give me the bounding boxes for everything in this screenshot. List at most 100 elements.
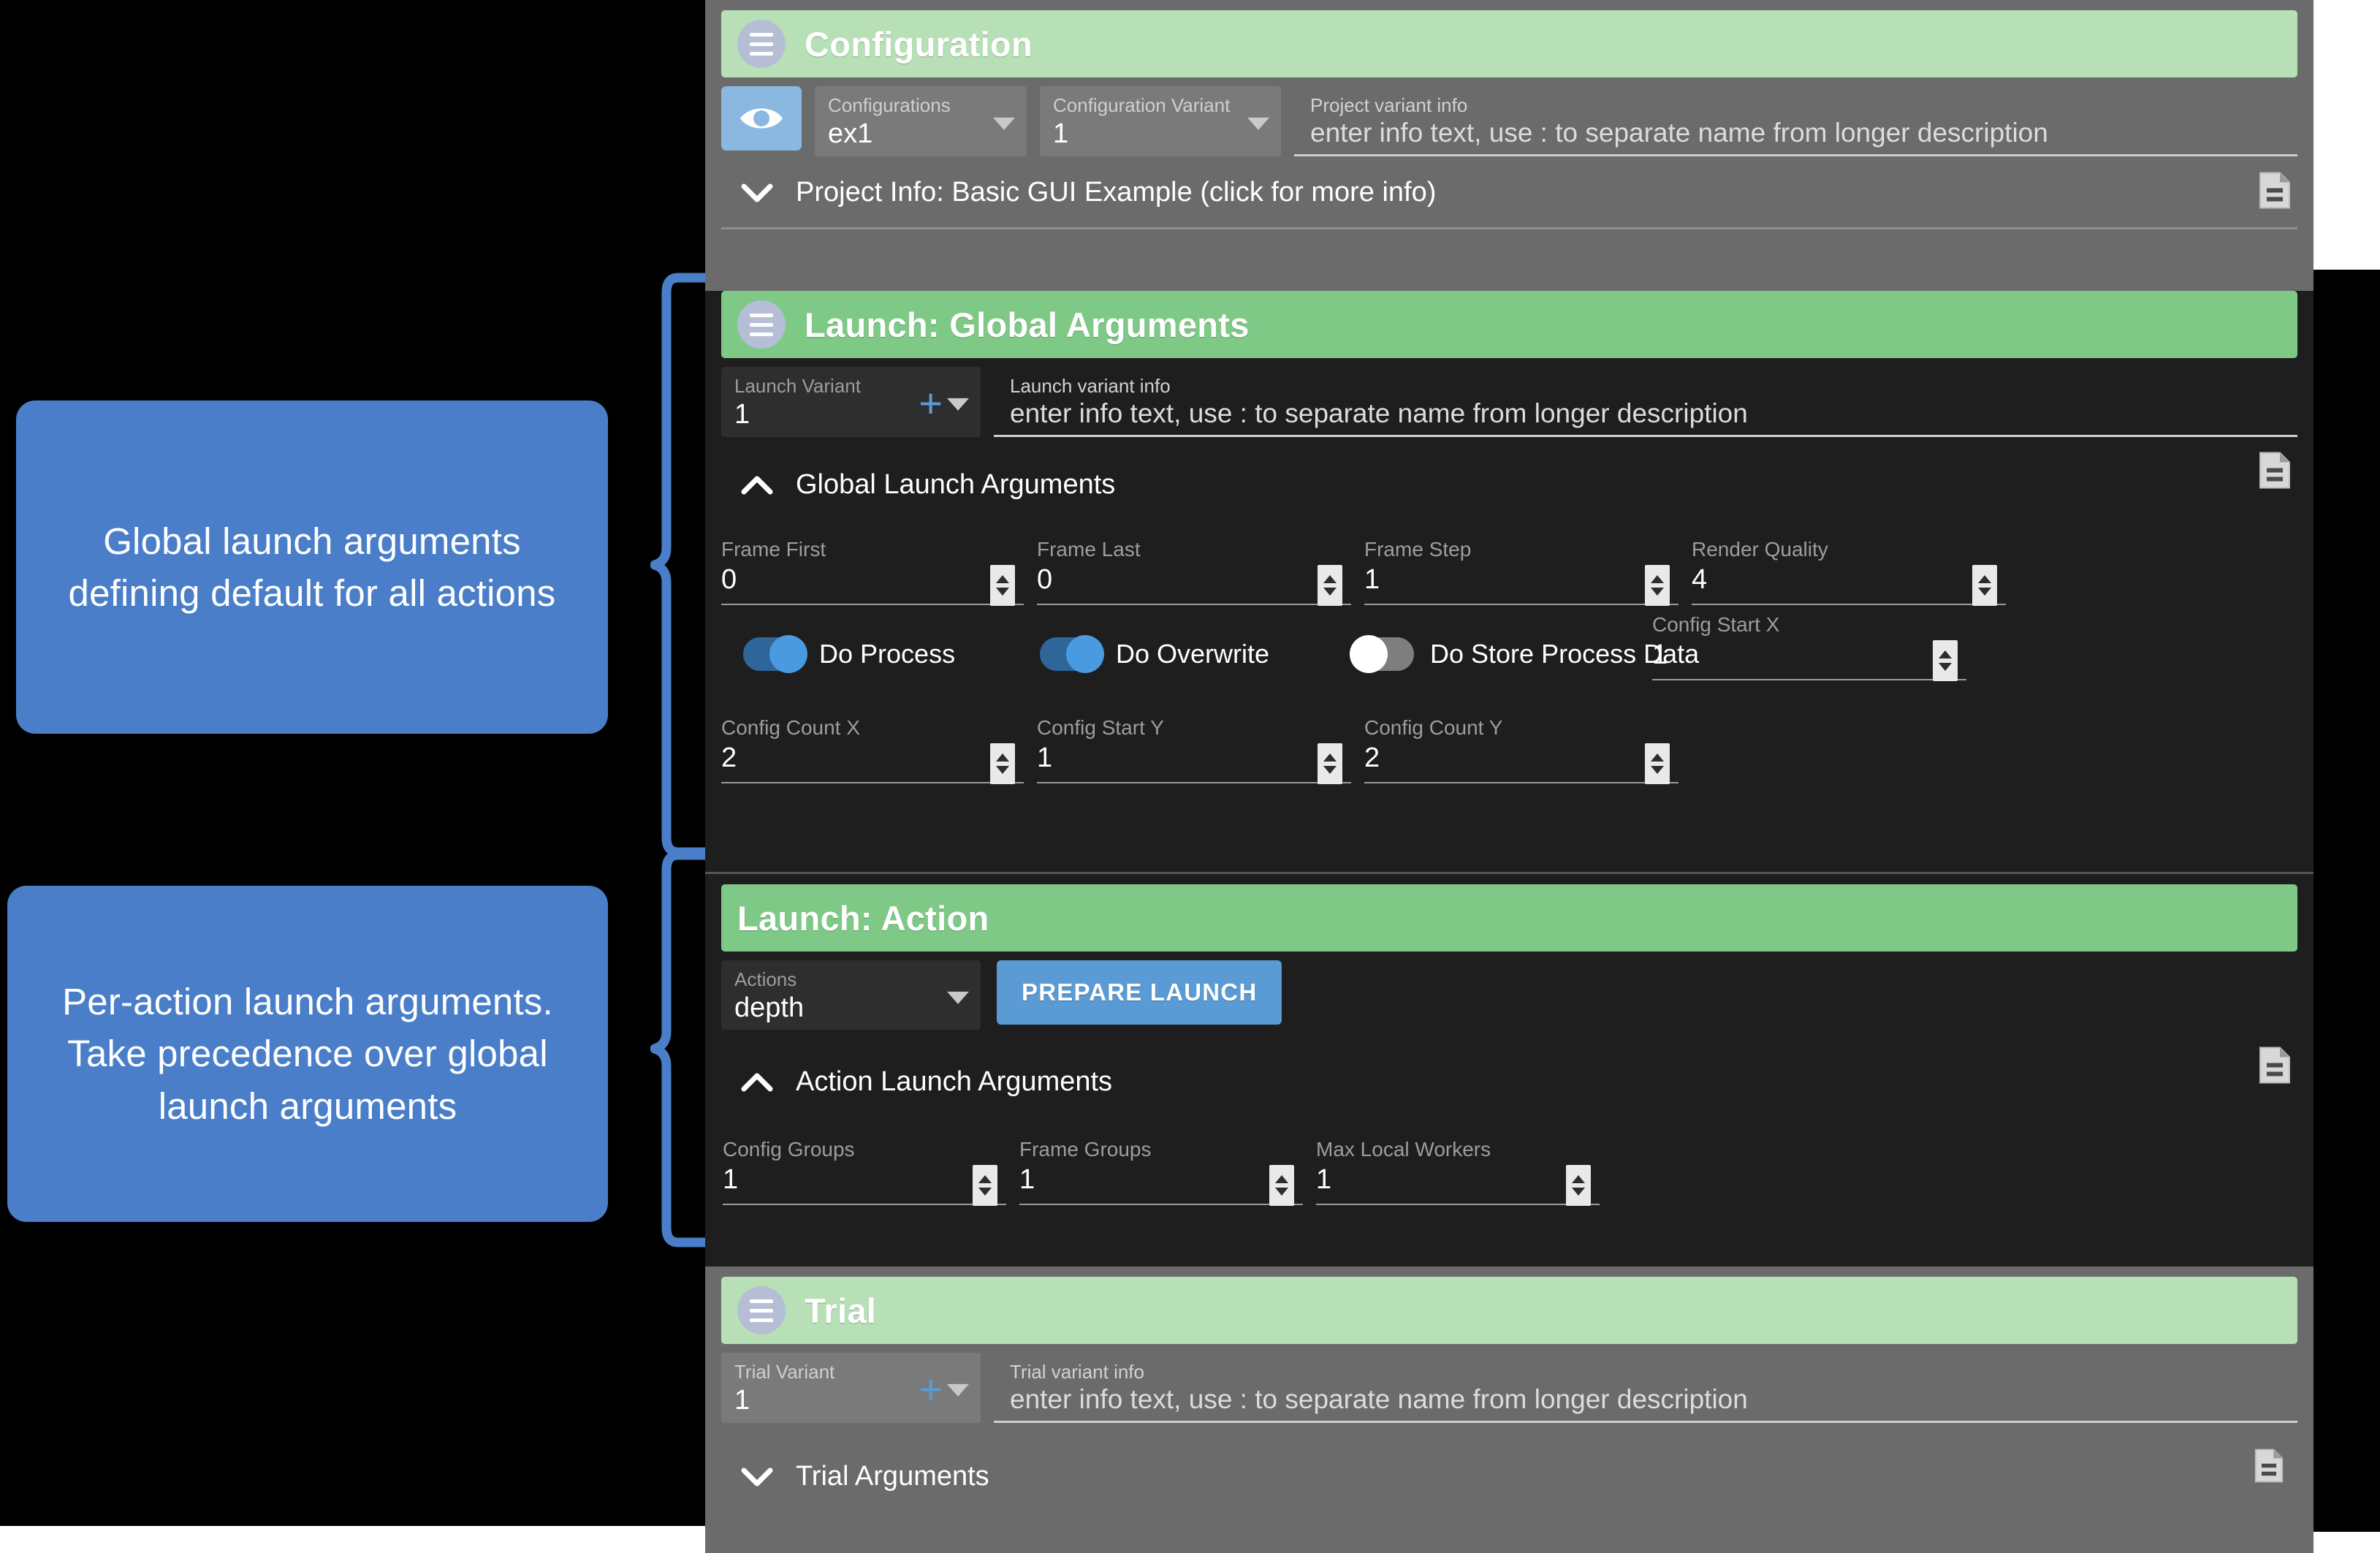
frame-last-stepper[interactable]	[1318, 565, 1342, 607]
annotation-callout-action-text: Per-action launch arguments. Take preced…	[62, 980, 553, 1127]
max-local-workers-value: 1	[1316, 1164, 1332, 1196]
chevron-down-icon[interactable]	[1247, 118, 1269, 131]
configuration-variant-select[interactable]: Configuration Variant 1	[1040, 86, 1281, 157]
hamburger-icon[interactable]	[737, 20, 786, 68]
document-icon[interactable]	[2258, 450, 2292, 493]
trial-variant-info-input[interactable]: Trial variant info enter info text, use …	[994, 1353, 2297, 1424]
actions-select[interactable]: Actions depth	[721, 960, 981, 1030]
max-local-workers-stepper[interactable]	[1566, 1165, 1591, 1207]
do-overwrite-toggle[interactable]: Do Overwrite	[1024, 635, 1338, 674]
render-quality-label: Render Quality	[1692, 538, 1828, 561]
frame-first-stepper[interactable]	[990, 565, 1015, 607]
chevron-down-icon[interactable]	[947, 991, 969, 1004]
frame-last-label: Frame Last	[1037, 538, 1141, 561]
chevron-down-icon[interactable]	[737, 183, 777, 202]
chevron-up-icon[interactable]	[737, 1073, 777, 1092]
do-process-toggle[interactable]: Do Process	[721, 635, 1024, 674]
config-groups-value: 1	[723, 1164, 739, 1196]
config-start-x-value: 1	[1652, 639, 1668, 670]
toggle-switch-on-icon[interactable]	[743, 635, 807, 674]
configuration-controls-row: Configurations ex1 Configuration Variant…	[705, 77, 2314, 157]
action-launch-arguments-collapse-row[interactable]: Action Launch Arguments	[705, 1030, 2314, 1104]
launch-variant-info-label: Launch variant info	[1010, 375, 1171, 397]
frame-step-field[interactable]: Frame Step 1	[1364, 534, 1678, 607]
global-args-numeric-row-1: Frame First 0 Frame Last 0 Frame Step 1	[705, 506, 2314, 607]
hamburger-icon[interactable]	[737, 1286, 786, 1334]
frame-first-field[interactable]: Frame First 0	[721, 534, 1024, 607]
project-variant-info-label: Project variant info	[1310, 94, 1468, 116]
frame-first-label: Frame First	[721, 538, 826, 561]
launch-variant-controls-row: Launch Variant 1 + Launch variant info e…	[705, 358, 2314, 438]
config-count-y-field[interactable]: Config Count Y 2	[1364, 713, 1678, 784]
frame-groups-field[interactable]: Frame Groups 1	[1019, 1134, 1303, 1207]
frame-groups-value: 1	[1019, 1164, 1035, 1196]
chevron-down-icon[interactable]	[993, 118, 1015, 131]
render-quality-value: 4	[1692, 564, 1708, 596]
chevron-down-icon[interactable]	[737, 1467, 777, 1486]
project-info-collapse-row[interactable]: Project Info: Basic GUI Example (click f…	[705, 156, 2314, 227]
config-start-y-stepper[interactable]	[1318, 743, 1342, 784]
backdrop-right	[2314, 270, 2380, 1532]
actions-label: Actions	[734, 968, 797, 990]
toggle-switch-off-icon[interactable]	[1350, 635, 1414, 674]
frame-last-value: 0	[1037, 564, 1053, 596]
project-variant-info-input[interactable]: Project variant info enter info text, us…	[1294, 86, 2297, 157]
render-quality-field[interactable]: Render Quality 4	[1692, 534, 2006, 607]
trial-variant-controls-row: Trial Variant 1 + Trial variant info ent…	[705, 1344, 2314, 1424]
chevron-up-icon[interactable]	[737, 476, 777, 495]
config-groups-label: Config Groups	[723, 1138, 855, 1161]
plus-icon[interactable]: +	[919, 1368, 943, 1409]
do-process-label: Do Process	[819, 639, 956, 669]
document-icon[interactable]	[2258, 1045, 2292, 1088]
config-start-y-field[interactable]: Config Start Y 1	[1037, 713, 1351, 784]
max-local-workers-field[interactable]: Max Local Workers 1	[1316, 1134, 1600, 1207]
prepare-launch-button[interactable]: PREPARE LAUNCH	[997, 960, 1282, 1025]
frame-step-label: Frame Step	[1364, 538, 1472, 561]
plus-icon[interactable]: +	[919, 382, 943, 423]
toggle-switch-on-icon[interactable]	[1040, 635, 1104, 674]
configurations-select[interactable]: Configurations ex1	[815, 86, 1027, 157]
frame-groups-stepper[interactable]	[1269, 1165, 1294, 1207]
trial-variant-value: 1	[734, 1385, 750, 1416]
action-args-numeric-row: Config Groups 1 Frame Groups 1 Max Local…	[705, 1104, 2314, 1207]
global-launch-arguments-collapse-row[interactable]: Global Launch Arguments	[705, 437, 2314, 506]
panel-launch-action: Launch: Action Actions depth PREPARE LAU…	[705, 872, 2314, 1267]
config-start-y-value: 1	[1037, 742, 1053, 773]
frame-last-field[interactable]: Frame Last 0	[1037, 534, 1351, 607]
configurations-value: ex1	[828, 118, 873, 150]
do-store-process-data-toggle[interactable]: Do Store Process Data	[1338, 635, 1699, 674]
hamburger-icon[interactable]	[737, 300, 786, 349]
document-icon[interactable]	[2258, 170, 2292, 213]
eye-glyph	[740, 108, 783, 129]
config-start-y-label: Config Start Y	[1037, 715, 1164, 739]
chevron-down-icon[interactable]	[947, 1384, 969, 1397]
config-count-x-field[interactable]: Config Count X 2	[721, 713, 1024, 784]
launch-variant-info-value: enter info text, use : to separate name …	[1010, 398, 1748, 428]
config-count-x-stepper[interactable]	[990, 743, 1015, 784]
trial-arguments-collapse-row[interactable]: Trial Arguments	[705, 1423, 2314, 1511]
global-args-numeric-row-3: Config Count X 2 Config Start Y 1 Config…	[705, 680, 2314, 784]
config-groups-field[interactable]: Config Groups 1	[723, 1134, 1006, 1207]
config-count-y-label: Config Count Y	[1364, 715, 1503, 739]
chevron-down-icon[interactable]	[947, 398, 969, 411]
config-groups-stepper[interactable]	[973, 1165, 997, 1207]
config-start-x-stepper[interactable]	[1933, 640, 1958, 682]
project-variant-info-value: enter info text, use : to separate name …	[1310, 117, 2048, 148]
trial-variant-select[interactable]: Trial Variant 1 +	[721, 1353, 981, 1424]
section-header-launch-action: Launch: Action	[721, 884, 2297, 952]
annotation-callout-global-text: Global launch arguments defining default…	[68, 520, 556, 614]
action-launch-arguments-label: Action Launch Arguments	[796, 1066, 1113, 1098]
eye-icon[interactable]	[721, 86, 802, 151]
frame-first-value: 0	[721, 564, 737, 596]
frame-step-stepper[interactable]	[1645, 565, 1670, 607]
document-icon[interactable]	[2254, 1447, 2284, 1487]
launch-variant-info-input[interactable]: Launch variant info enter info text, use…	[994, 367, 2297, 438]
frame-step-value: 1	[1364, 564, 1380, 596]
launch-variant-select[interactable]: Launch Variant 1 +	[721, 367, 981, 438]
trial-variant-info-value: enter info text, use : to separate name …	[1010, 1383, 1748, 1414]
config-start-x-field[interactable]: Config Start X 1	[1652, 610, 1966, 682]
config-count-y-stepper[interactable]	[1645, 743, 1670, 784]
section-title-configuration: Configuration	[805, 24, 1033, 64]
render-quality-stepper[interactable]	[1972, 565, 1997, 607]
max-local-workers-label: Max Local Workers	[1316, 1138, 1491, 1161]
